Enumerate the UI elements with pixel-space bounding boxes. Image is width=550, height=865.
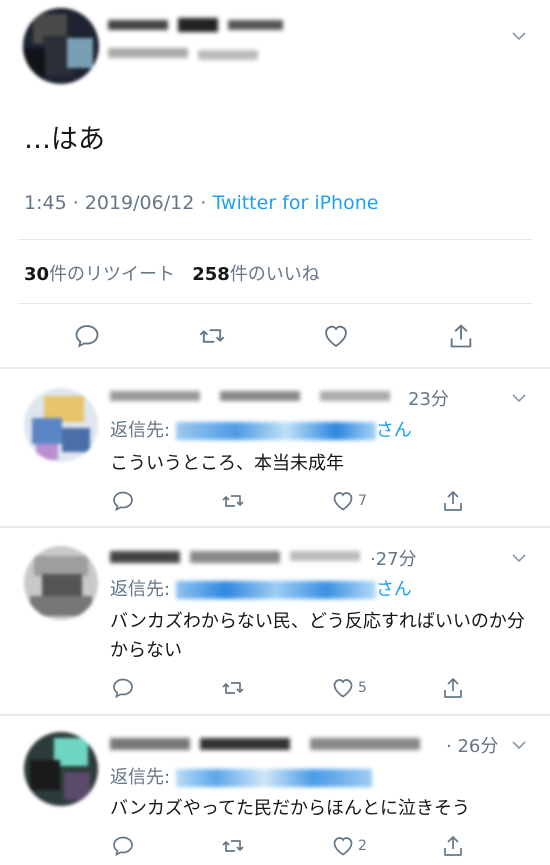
reply-icon (113, 491, 133, 512)
share-button[interactable] (441, 832, 465, 860)
share-icon (450, 324, 472, 348)
reply-button[interactable] (111, 487, 135, 515)
reply-author-redacted[interactable] (110, 385, 400, 407)
reply-to-line: 返信先: さん (110, 420, 412, 441)
reply-to-line: 返信先: さん (110, 579, 412, 600)
retweet-button[interactable] (221, 832, 245, 860)
heart-icon (325, 325, 347, 348)
tweet-meta: 1:45 · 2019/06/12 · Twitter for iPhone (24, 192, 379, 214)
retweet-icon (222, 495, 244, 507)
reply-icon (113, 836, 133, 857)
reply-timestamp: ·27分 (370, 549, 417, 570)
like-button[interactable]: 5 (331, 674, 367, 702)
tweet-source-link[interactable]: Twitter for iPhone (212, 192, 378, 214)
retweet-button[interactable] (197, 321, 227, 351)
reply-to-handle-redacted[interactable] (175, 422, 376, 440)
retweet-icon (222, 682, 244, 694)
share-button[interactable] (446, 321, 476, 351)
author-handle-redacted[interactable] (108, 44, 278, 66)
reply-button[interactable] (72, 321, 102, 351)
tweet-date: 2019/06/12 (84, 192, 195, 214)
reply-text: こういうところ、本当未成年 (110, 453, 344, 474)
share-button[interactable] (441, 674, 465, 702)
tweet-time: 1:45 (24, 192, 67, 214)
share-button[interactable] (441, 487, 465, 515)
heart-icon (333, 679, 353, 698)
divider (18, 303, 532, 304)
chevron-down-icon[interactable] (512, 550, 526, 564)
divider (18, 239, 532, 240)
likes-stat[interactable]: 258件のいいね (192, 264, 320, 285)
retweet-icon (222, 840, 244, 852)
like-button[interactable]: 2 (331, 832, 367, 860)
like-button[interactable] (321, 321, 351, 351)
tweet-text: …はあ (24, 124, 105, 155)
reply-text: バンカズわからない民、どう反応すればいいのか分からない (110, 611, 525, 661)
reply-item[interactable]: · 26分 返信先: バンカズやってた民だからほんとに泣きそう 2 (0, 716, 550, 865)
reply-avatar[interactable] (24, 388, 98, 462)
reply-to-line: 返信先: (110, 763, 372, 789)
share-icon (444, 678, 462, 698)
reply-text: バンカズやってた民だからほんとに泣きそう (110, 798, 470, 819)
retweet-icon (199, 329, 225, 343)
chevron-down-icon[interactable] (512, 390, 526, 404)
chevron-down-icon[interactable] (512, 737, 526, 751)
share-icon (444, 836, 462, 856)
reply-author-redacted[interactable] (110, 545, 370, 567)
reply-to-handle-redacted[interactable] (175, 581, 376, 599)
reply-button[interactable] (111, 674, 135, 702)
like-button[interactable]: 7 (331, 487, 367, 515)
retweet-button[interactable] (221, 487, 245, 515)
reply-icon (113, 678, 133, 699)
heart-icon (333, 492, 353, 511)
reply-avatar[interactable] (24, 732, 98, 806)
reply-item[interactable]: ·27分 返信先: さん バンカズわからない民、どう反応すればいいのか分からない… (0, 528, 550, 714)
reply-author-redacted[interactable] (110, 732, 440, 754)
chevron-down-icon[interactable] (512, 28, 526, 42)
reply-icon (75, 325, 99, 348)
heart-icon (333, 837, 353, 856)
reply-button[interactable] (111, 832, 135, 860)
retweet-button[interactable] (221, 674, 245, 702)
like-count: 7 (358, 493, 367, 509)
retweets-stat[interactable]: 30件のリツイート (24, 264, 175, 285)
author-name-redacted[interactable] (108, 14, 298, 40)
like-count: 2 (358, 838, 367, 854)
reply-item[interactable]: 23分 返信先: さん こういうところ、本当未成年 7 (0, 368, 550, 526)
reply-avatar[interactable] (24, 546, 98, 620)
reply-to-handle-redacted[interactable] (175, 769, 372, 787)
share-icon (444, 491, 462, 511)
tweet-stats: 30件のリツイート 258件のいいね (24, 260, 320, 286)
author-avatar[interactable] (23, 8, 99, 84)
reply-timestamp: · 26分 (446, 736, 499, 757)
reply-timestamp: 23分 (408, 389, 449, 410)
like-count: 5 (358, 680, 367, 696)
